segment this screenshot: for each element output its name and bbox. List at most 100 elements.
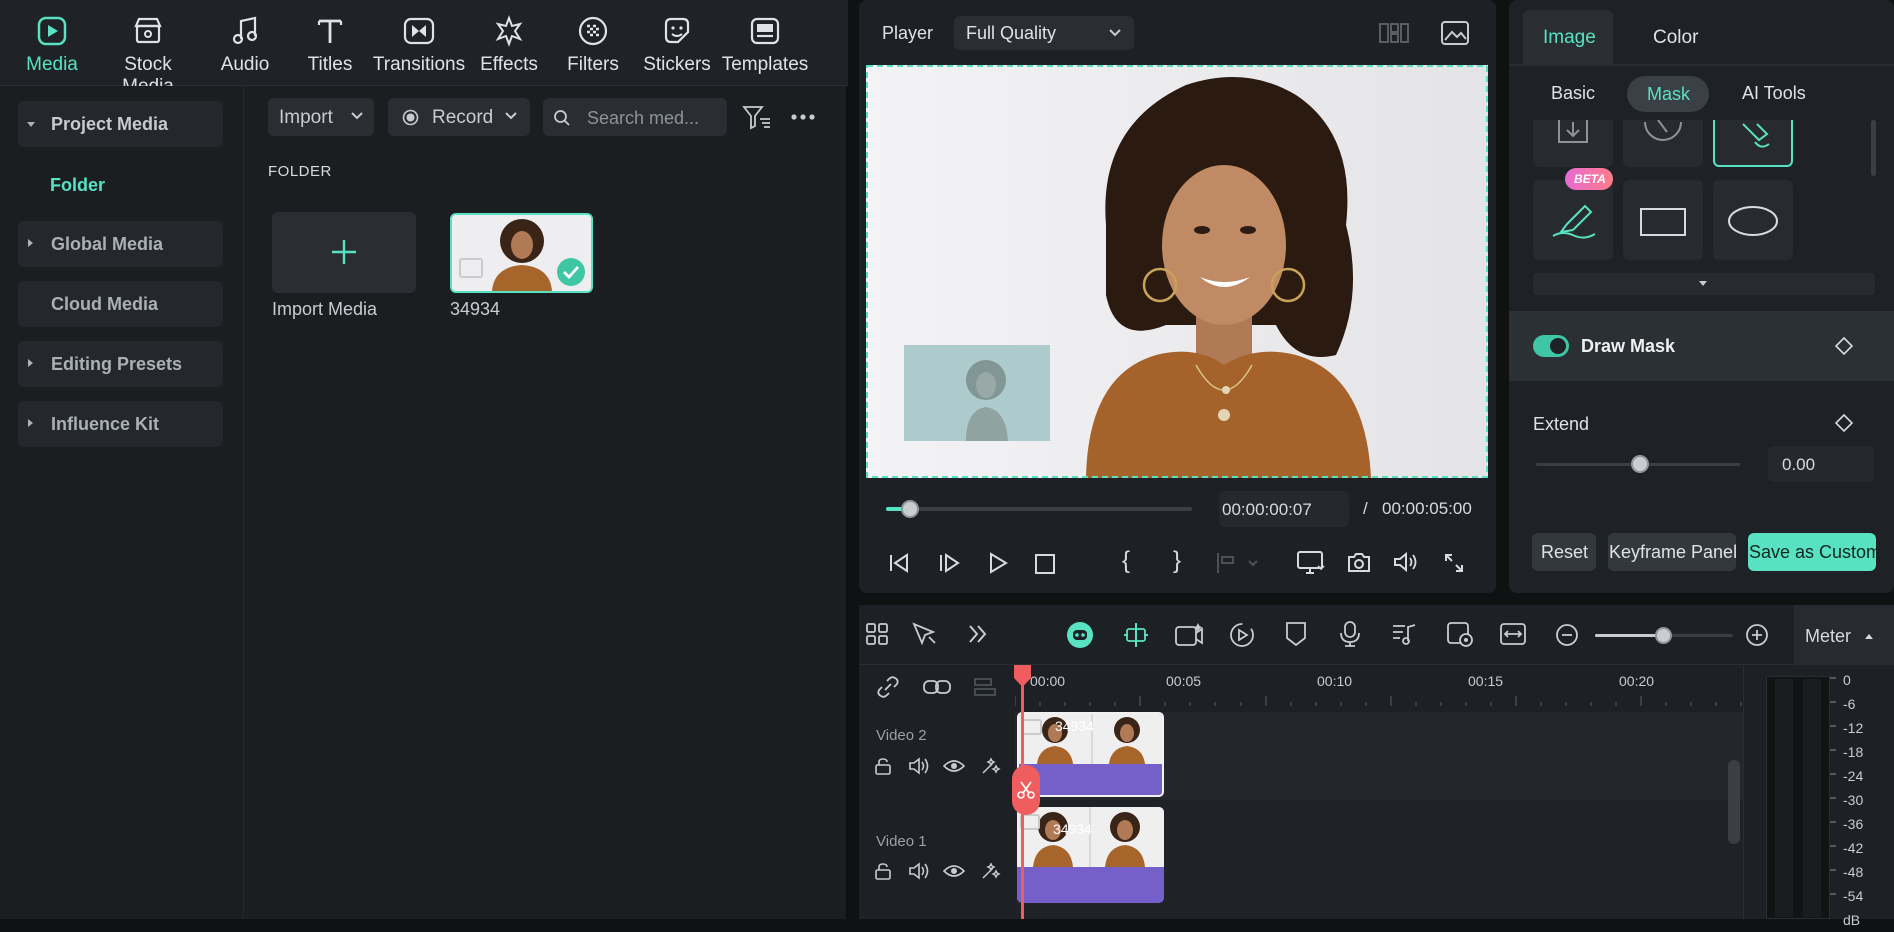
filter-sort-icon[interactable] (742, 104, 772, 132)
reset-button[interactable]: Reset (1532, 533, 1596, 571)
shield-marker-icon[interactable] (1284, 620, 1308, 648)
track-effects-icon[interactable] (979, 756, 1001, 776)
tab-label: Templates (721, 54, 809, 75)
zoom-in-icon[interactable] (1745, 623, 1769, 647)
import-dropdown[interactable]: Import (268, 98, 374, 136)
tab-label: Titles (307, 54, 353, 75)
more-tools-icon[interactable] (967, 623, 989, 645)
playback-progress-bar[interactable] (886, 500, 1192, 518)
sidebar-item-folder[interactable]: Folder (50, 175, 105, 196)
expand-more-button[interactable] (1533, 273, 1875, 295)
tab-titles[interactable]: Titles (282, 8, 378, 80)
playhead-handle[interactable] (1013, 664, 1032, 688)
draw-mask-row: Draw Mask (1509, 311, 1894, 381)
quality-dropdown[interactable]: Full Quality (954, 16, 1134, 50)
sidebar-item-editing-presets[interactable]: Editing Presets (18, 341, 223, 387)
mask-brush-button[interactable] (1533, 180, 1613, 260)
select-tool-icon[interactable] (911, 621, 939, 647)
import-media-tile[interactable] (272, 212, 416, 293)
mark-in-icon[interactable]: { (1122, 547, 1130, 575)
playback-speed-icon[interactable] (1228, 621, 1256, 649)
track-visibility-icon[interactable] (943, 758, 965, 774)
ai-video-icon[interactable] (1174, 621, 1204, 649)
previous-frame-icon[interactable] (888, 552, 910, 574)
mask-line-button[interactable] (1623, 120, 1703, 167)
volume-icon[interactable] (1393, 551, 1419, 573)
track-lock-icon[interactable] (874, 862, 892, 880)
play-icon[interactable] (987, 552, 1009, 574)
snapshot-image-icon[interactable] (1440, 20, 1470, 46)
link-icon[interactable] (922, 677, 952, 697)
extend-slider[interactable] (1536, 455, 1740, 473)
mask-rectangle-button[interactable] (1623, 180, 1703, 260)
collapsed-arrow-icon (28, 239, 33, 247)
extend-value-input[interactable]: 0.00 (1768, 446, 1874, 482)
keyframe-panel-button[interactable]: Keyframe Panel (1608, 533, 1737, 571)
sidebar-item-global-media[interactable]: Global Media (18, 221, 223, 267)
layout-grid-icon[interactable] (865, 622, 889, 646)
tab-image[interactable]: Image (1523, 10, 1613, 64)
mark-out-icon[interactable]: } (1173, 547, 1181, 575)
snap-magnet-icon[interactable] (1122, 621, 1150, 649)
extend-slider-handle[interactable] (1631, 455, 1649, 473)
tab-color[interactable]: Color (1653, 27, 1698, 49)
playback-scrubber-handle[interactable] (901, 500, 919, 518)
next-frame-icon[interactable] (938, 552, 960, 574)
keyframe-diamond-icon[interactable] (1834, 336, 1854, 356)
display-settings-icon[interactable] (1296, 550, 1326, 576)
video-preview[interactable] (866, 65, 1488, 478)
camera-snapshot-icon[interactable] (1347, 551, 1371, 573)
track-mute-icon[interactable] (908, 861, 930, 881)
track-mute-icon[interactable] (908, 756, 930, 776)
zoom-out-icon[interactable] (1555, 623, 1579, 647)
zoom-slider-handle[interactable] (1655, 627, 1672, 644)
fullscreen-icon[interactable] (1443, 552, 1465, 574)
subtab-ai-tools[interactable]: AI Tools (1742, 83, 1806, 104)
audio-list-icon[interactable] (1390, 621, 1418, 647)
meter-label: Meter (1805, 626, 1852, 646)
stock-media-icon (131, 14, 165, 48)
zoom-slider[interactable] (1595, 627, 1733, 644)
track-effects-icon[interactable] (979, 861, 1001, 881)
sidebar-item-influence-kit[interactable]: Influence Kit (18, 401, 223, 447)
timeline-vertical-scrollbar[interactable] (1728, 760, 1740, 844)
sidebar-item-cloud-media[interactable]: Cloud Media (18, 281, 223, 327)
tab-stickers[interactable]: Stickers (629, 8, 725, 80)
search-input[interactable]: Search med... (543, 98, 727, 136)
subtab-mask[interactable]: Mask (1627, 76, 1709, 112)
grid-view-icon[interactable] (1378, 21, 1410, 45)
more-options-icon[interactable] (790, 113, 816, 121)
record-dropdown[interactable]: Record (388, 98, 530, 136)
tab-stock-media[interactable]: Stock Media (100, 8, 196, 97)
current-time-display[interactable]: 00:00:00:07 (1219, 491, 1349, 527)
mask-ellipse-button[interactable] (1713, 180, 1793, 260)
stop-icon[interactable] (1034, 553, 1056, 575)
preview-render-icon[interactable] (1445, 620, 1475, 648)
track-lock-icon[interactable] (874, 757, 892, 775)
save-as-custom-button[interactable]: Save as Custom (1748, 533, 1881, 571)
split-clip-button[interactable] (1012, 765, 1040, 815)
mask-import-button[interactable] (1533, 120, 1613, 167)
clip-video-1[interactable]: 34934 (1017, 807, 1164, 903)
ai-assistant-icon[interactable] (1065, 620, 1095, 650)
tab-media[interactable]: Media (4, 8, 100, 80)
track-visibility-icon[interactable] (943, 863, 965, 879)
tab-transitions[interactable]: Transitions (371, 8, 467, 80)
tab-templates[interactable]: Templates (717, 8, 813, 80)
meter-toggle[interactable]: Meter (1794, 605, 1894, 665)
tab-audio[interactable]: Audio (197, 8, 293, 80)
keyframe-diamond-icon[interactable] (1834, 413, 1854, 433)
media-thumbnail[interactable] (450, 213, 593, 293)
mask-grid-scrollbar[interactable] (1871, 120, 1876, 176)
record-icon (402, 109, 419, 126)
tab-label: Transitions (372, 54, 466, 75)
draw-mask-toggle[interactable] (1533, 335, 1569, 357)
tab-effects[interactable]: Effects (461, 8, 557, 80)
mask-pen-button[interactable] (1713, 120, 1793, 167)
microphone-icon[interactable] (1338, 620, 1362, 648)
subtab-basic[interactable]: Basic (1551, 83, 1595, 104)
fit-width-icon[interactable] (1499, 621, 1527, 647)
sidebar-item-project-media[interactable]: Project Media (18, 101, 223, 147)
tab-filters[interactable]: Filters (545, 8, 641, 80)
unlink-icon[interactable] (876, 675, 900, 699)
